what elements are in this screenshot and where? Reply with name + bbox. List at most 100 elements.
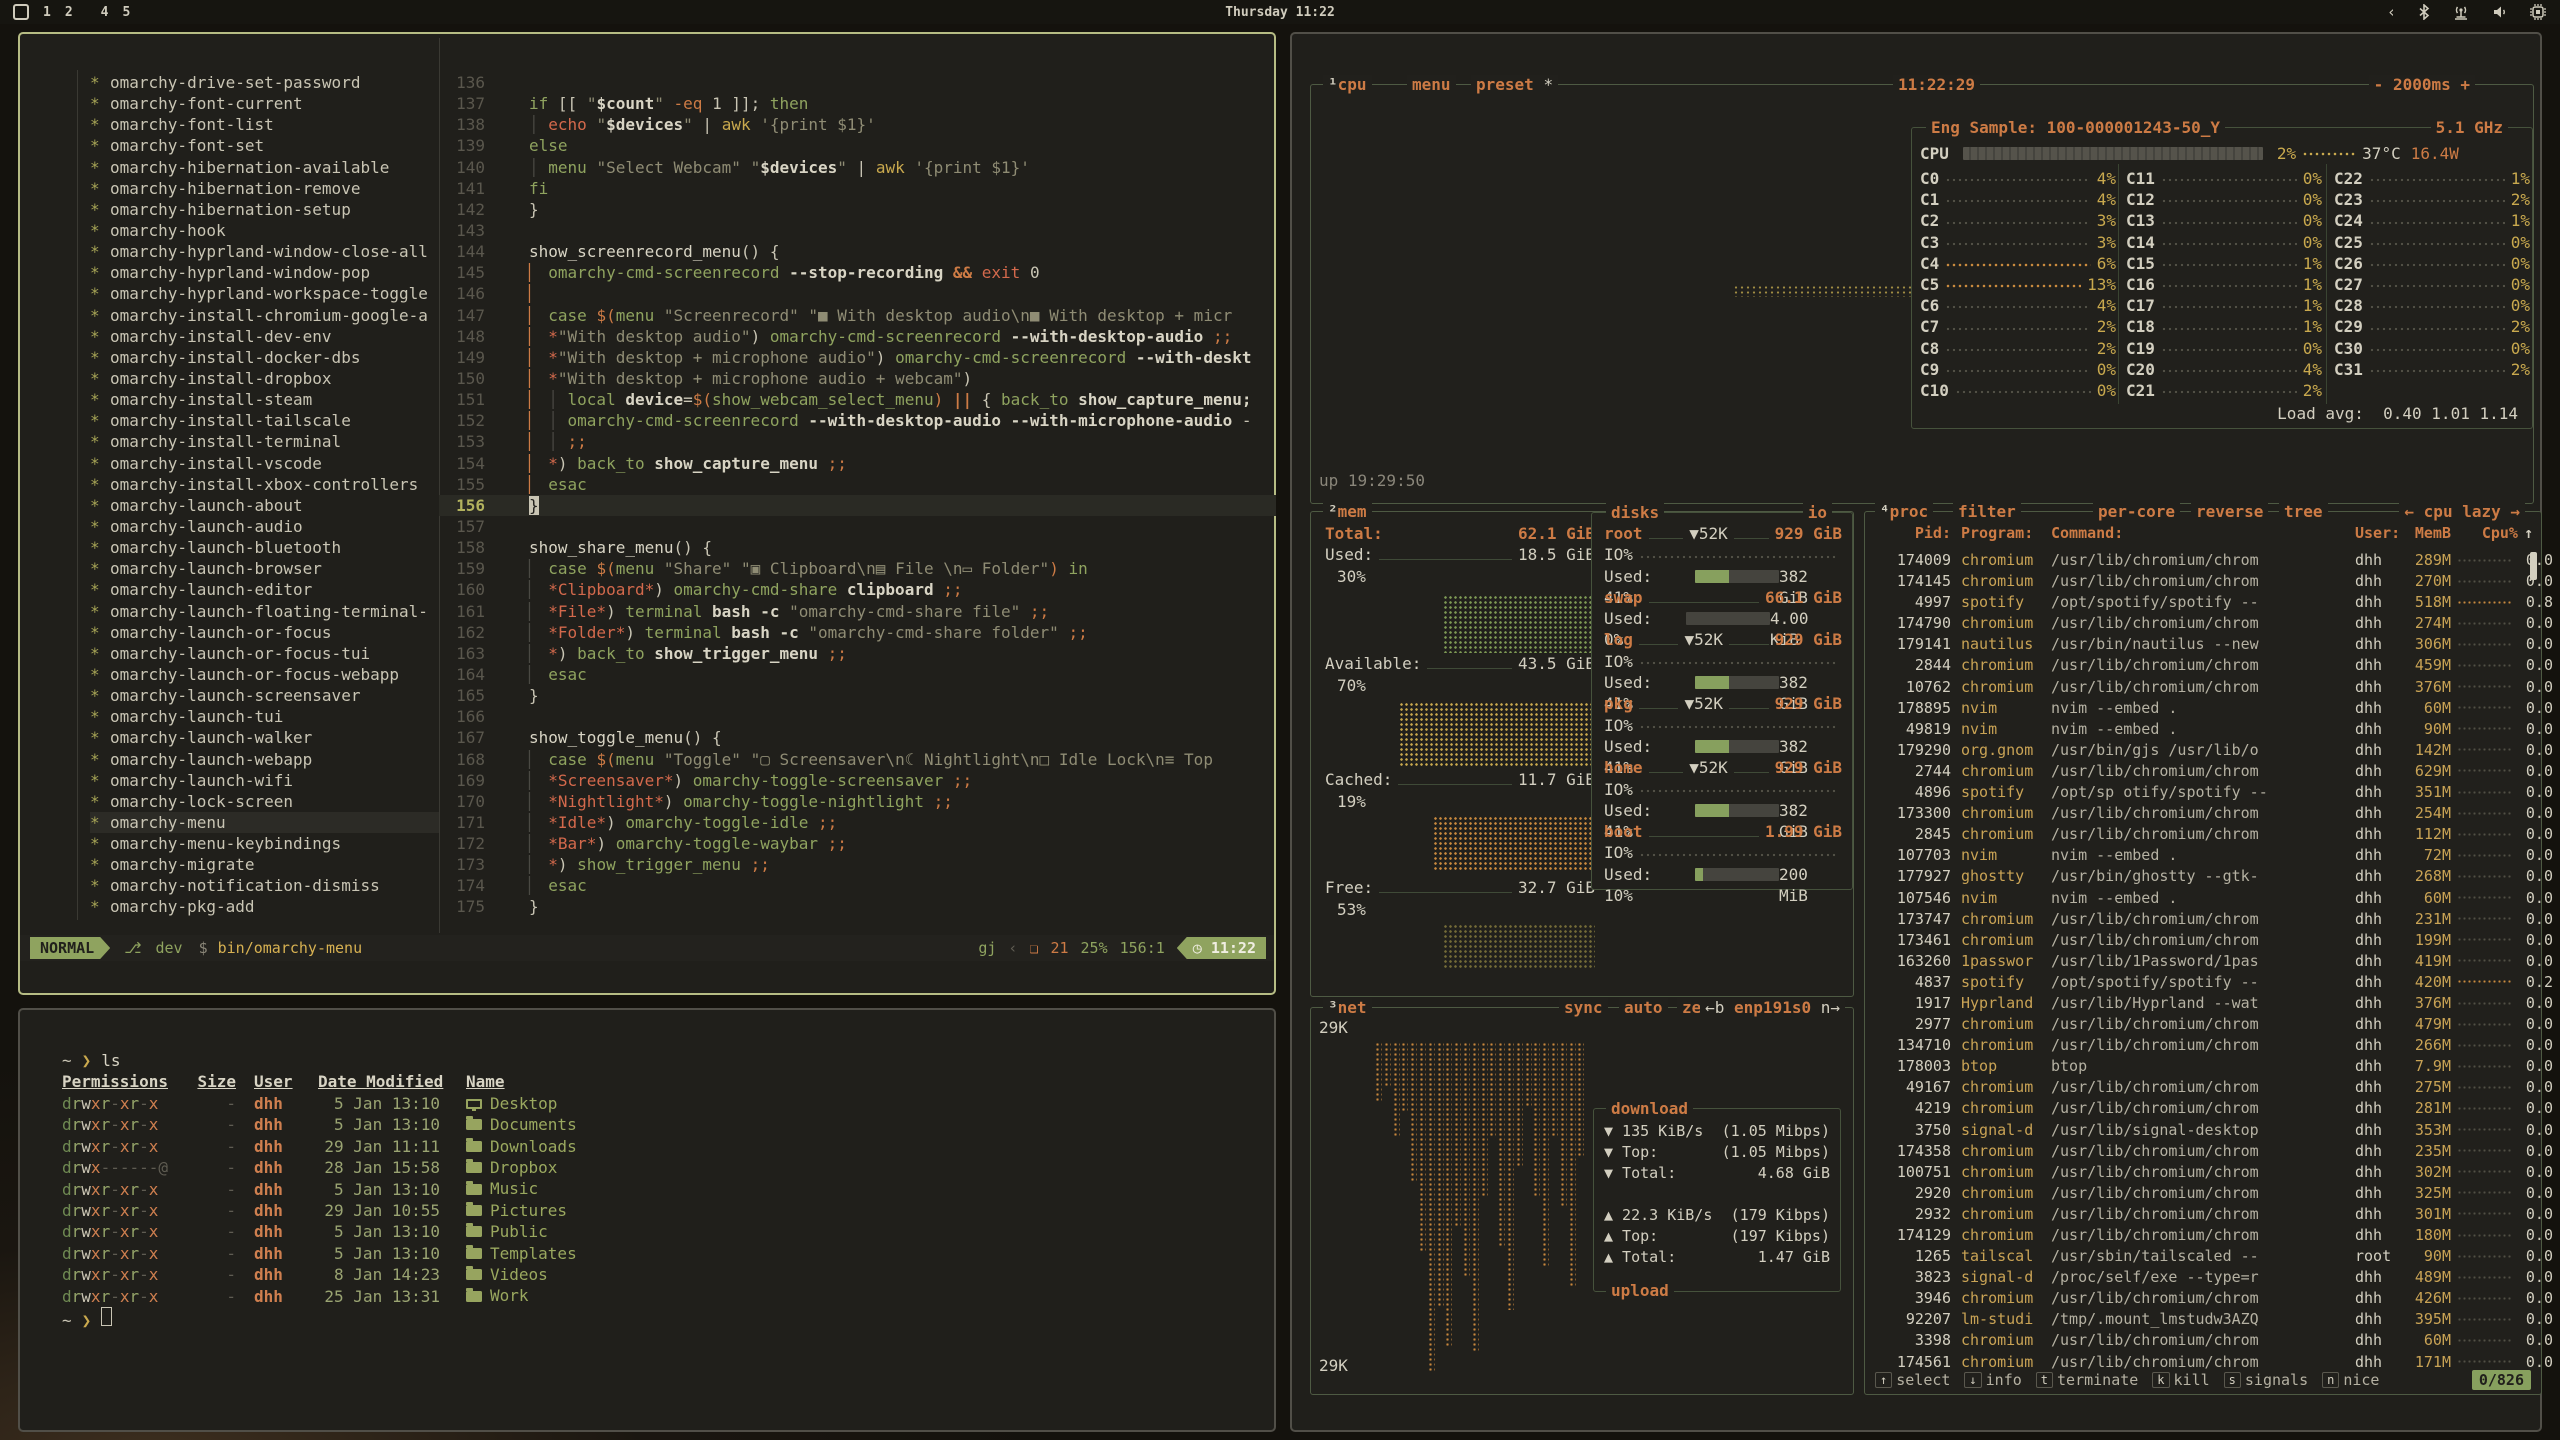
- file-list-item[interactable]: *omarchy-notification-dismiss: [90, 875, 439, 896]
- preset-button[interactable]: preset *: [1471, 75, 1558, 95]
- proc-header[interactable]: Pid: Program: Command: User: MemB Cpu% ↑: [1873, 524, 2533, 542]
- net-auto-button[interactable]: auto: [1619, 998, 1668, 1018]
- process-list[interactable]: 174009chromium/usr/lib/chromium/chromdhh…: [1873, 550, 2521, 1373]
- process-row[interactable]: 92207lm-studi/tmp/.mount_lmstudw3AZQdhh3…: [1873, 1309, 2521, 1330]
- file-list-item[interactable]: *omarchy-install-steam: [90, 389, 439, 410]
- proc-percore-button[interactable]: per-core: [2093, 502, 2180, 522]
- process-row[interactable]: 173300chromium/usr/lib/chromium/chromdhh…: [1873, 803, 2521, 824]
- process-row[interactable]: 178895nvimnvim --embed .dhh60M0.0: [1873, 698, 2521, 719]
- code-pane[interactable]: 136137if [[ "$count" -eq 1 ]]; then138│ …: [439, 72, 1276, 918]
- file-list-item[interactable]: *omarchy-launch-browser: [90, 558, 439, 579]
- file-list-item[interactable]: *omarchy-launch-walker: [90, 727, 439, 748]
- chevron-left-icon[interactable]: ‹: [2387, 3, 2396, 21]
- process-row[interactable]: 2845chromium/usr/lib/chromium/chromdhh11…: [1873, 824, 2521, 845]
- process-row[interactable]: 2977chromium/usr/lib/chromium/chromdhh47…: [1873, 1014, 2521, 1035]
- file-list-pane[interactable]: *omarchy-drive-set-password*omarchy-font…: [90, 72, 439, 918]
- process-row[interactable]: 49167chromium/usr/lib/chromium/chromdhh2…: [1873, 1077, 2521, 1098]
- net-box-title[interactable]: ³net: [1323, 998, 1372, 1018]
- proc-key-info[interactable]: ↓: [1964, 1372, 1981, 1388]
- file-list-item[interactable]: *omarchy-font-list: [90, 114, 439, 135]
- file-list-item[interactable]: *omarchy-font-current: [90, 93, 439, 114]
- file-list-item[interactable]: *omarchy-drive-set-password: [90, 72, 439, 93]
- process-row[interactable]: 174129chromium/usr/lib/chromium/chromdhh…: [1873, 1225, 2521, 1246]
- process-row[interactable]: 179290org.gnom/usr/bin/gjs /usr/lib/odhh…: [1873, 740, 2521, 761]
- file-list-item[interactable]: *omarchy-hyprland-window-close-all: [90, 241, 439, 262]
- io-mode-button[interactable]: io: [1803, 503, 1832, 523]
- file-list-item[interactable]: *omarchy-font-set: [90, 135, 439, 156]
- proc-box-title[interactable]: ⁴proc: [1875, 502, 1933, 522]
- file-list-item[interactable]: *omarchy-launch-or-focus-tui: [90, 643, 439, 664]
- net-sync-button[interactable]: sync: [1559, 998, 1608, 1018]
- proc-scrollbar[interactable]: [2530, 552, 2537, 580]
- file-list-item[interactable]: *omarchy-install-terminal: [90, 431, 439, 452]
- file-list-item[interactable]: *omarchy-launch-about: [90, 495, 439, 516]
- file-list-item[interactable]: *omarchy-menu-keybindings: [90, 833, 439, 854]
- file-list-item[interactable]: *omarchy-migrate: [90, 854, 439, 875]
- process-row[interactable]: 173747chromium/usr/lib/chromium/chromdhh…: [1873, 909, 2521, 930]
- file-list-item[interactable]: *omarchy-launch-tui: [90, 706, 439, 727]
- process-row[interactable]: 4837spotify/opt/spotify/spotify --dhh420…: [1873, 972, 2521, 993]
- bluetooth-icon[interactable]: [2418, 4, 2430, 20]
- process-row[interactable]: 177927ghostty/usr/bin/ghostty --gtk-dhh2…: [1873, 866, 2521, 887]
- file-list-item[interactable]: *omarchy-install-docker-dbs: [90, 347, 439, 368]
- process-row[interactable]: 2920chromium/usr/lib/chromium/chromdhh32…: [1873, 1183, 2521, 1204]
- process-row[interactable]: 178003btopbtopdhh7.9M0.0: [1873, 1056, 2521, 1077]
- process-row[interactable]: 100751chromium/usr/lib/chromium/chromdhh…: [1873, 1162, 2521, 1183]
- file-list-item[interactable]: *omarchy-hibernation-available: [90, 157, 439, 178]
- cpu-box-title[interactable]: ¹cpu: [1323, 75, 1372, 95]
- process-row[interactable]: 2932chromium/usr/lib/chromium/chromdhh30…: [1873, 1204, 2521, 1225]
- process-row[interactable]: 4219chromium/usr/lib/chromium/chromdhh28…: [1873, 1098, 2521, 1119]
- proc-footer[interactable]: ↑select↓infotterminatekkillssignalsnnice…: [1875, 1370, 2531, 1390]
- file-list-item[interactable]: *omarchy-hibernation-setup: [90, 199, 439, 220]
- file-list-item[interactable]: *omarchy-menu: [90, 812, 439, 833]
- file-list-item[interactable]: *omarchy-install-chromium-google-a: [90, 305, 439, 326]
- process-row[interactable]: 107546nvimnvim --embed .dhh60M0.0: [1873, 888, 2521, 909]
- proc-sort-selector[interactable]: ← cpu lazy →: [2399, 502, 2525, 522]
- process-row[interactable]: 174009chromium/usr/lib/chromium/chromdhh…: [1873, 550, 2521, 571]
- process-row[interactable]: 3750signal-d/usr/lib/signal-desktopdhh35…: [1873, 1120, 2521, 1141]
- process-row[interactable]: 173461chromium/usr/lib/chromium/chromdhh…: [1873, 930, 2521, 951]
- proc-tree-button[interactable]: tree: [2279, 502, 2328, 522]
- neovim-window[interactable]: *omarchy-drive-set-password*omarchy-font…: [18, 32, 1276, 995]
- process-row[interactable]: 4896spotify/opt/sp otify/spotify --dhh35…: [1873, 782, 2521, 803]
- file-list-item[interactable]: *omarchy-launch-floating-terminal-: [90, 601, 439, 622]
- file-list-item[interactable]: *omarchy-install-xbox-controllers: [90, 474, 439, 495]
- file-list-item[interactable]: *omarchy-lock-screen: [90, 791, 439, 812]
- file-list-item[interactable]: *omarchy-launch-bluetooth: [90, 537, 439, 558]
- proc-key-select[interactable]: ↑: [1875, 1372, 1892, 1388]
- proc-key-terminate[interactable]: t: [2036, 1372, 2053, 1388]
- process-row[interactable]: 174145chromium/usr/lib/chromium/chromdhh…: [1873, 571, 2521, 592]
- terminal-window[interactable]: ~❯lsPermissionsSizeUserDate ModifiedName…: [18, 1008, 1276, 1432]
- process-row[interactable]: 3398chromium/usr/lib/chromium/chromdhh60…: [1873, 1330, 2521, 1351]
- file-list-item[interactable]: *omarchy-install-vscode: [90, 453, 439, 474]
- file-list-item[interactable]: *omarchy-launch-screensaver: [90, 685, 439, 706]
- file-list-item[interactable]: *omarchy-hook: [90, 220, 439, 241]
- process-row[interactable]: 174790chromium/usr/lib/chromium/chromdhh…: [1873, 613, 2521, 634]
- volume-icon[interactable]: [2492, 4, 2508, 20]
- file-list-item[interactable]: *omarchy-install-tailscale: [90, 410, 439, 431]
- proc-key-signals[interactable]: s: [2224, 1372, 2241, 1388]
- file-list-item[interactable]: *omarchy-pkg-add: [90, 896, 439, 917]
- process-row[interactable]: 1265tailscal/usr/sbin/tailscaled --root9…: [1873, 1246, 2521, 1267]
- net-interface[interactable]: ←b enp191s0 n→: [1700, 998, 1845, 1018]
- disks-box-title[interactable]: disks: [1606, 503, 1664, 523]
- process-row[interactable]: 3946chromium/usr/lib/chromium/chromdhh42…: [1873, 1288, 2521, 1309]
- mem-box-title[interactable]: ²mem: [1323, 502, 1372, 522]
- process-row[interactable]: 134710chromium/usr/lib/chromium/chromdhh…: [1873, 1035, 2521, 1056]
- proc-reverse-button[interactable]: reverse: [2191, 502, 2268, 522]
- update-interval[interactable]: - 2000ms +: [2369, 75, 2475, 95]
- proc-key-nice[interactable]: n: [2322, 1372, 2339, 1388]
- process-row[interactable]: 1632601passwor/usr/lib/1Password/1pasdhh…: [1873, 951, 2521, 972]
- file-list-item[interactable]: *omarchy-launch-webapp: [90, 749, 439, 770]
- process-row[interactable]: 107703nvimnvim --embed .dhh72M0.0: [1873, 845, 2521, 866]
- file-list-item[interactable]: *omarchy-hyprland-window-pop: [90, 262, 439, 283]
- process-row[interactable]: 2844chromium/usr/lib/chromium/chromdhh45…: [1873, 655, 2521, 676]
- process-row[interactable]: 3823signal-d/proc/self/exe --type=rdhh48…: [1873, 1267, 2521, 1288]
- proc-filter-button[interactable]: filter: [1953, 502, 2021, 522]
- file-list-item[interactable]: *omarchy-launch-or-focus: [90, 622, 439, 643]
- file-list-item[interactable]: *omarchy-hyprland-workspace-toggle: [90, 283, 439, 304]
- process-row[interactable]: 1917Hyprland/usr/lib/Hyprland --watdhh37…: [1873, 993, 2521, 1014]
- file-list-item[interactable]: *omarchy-install-dropbox: [90, 368, 439, 389]
- file-list-item[interactable]: *omarchy-launch-or-focus-webapp: [90, 664, 439, 685]
- process-row[interactable]: 4997spotify/opt/spotify/spotify --dhh518…: [1873, 592, 2521, 613]
